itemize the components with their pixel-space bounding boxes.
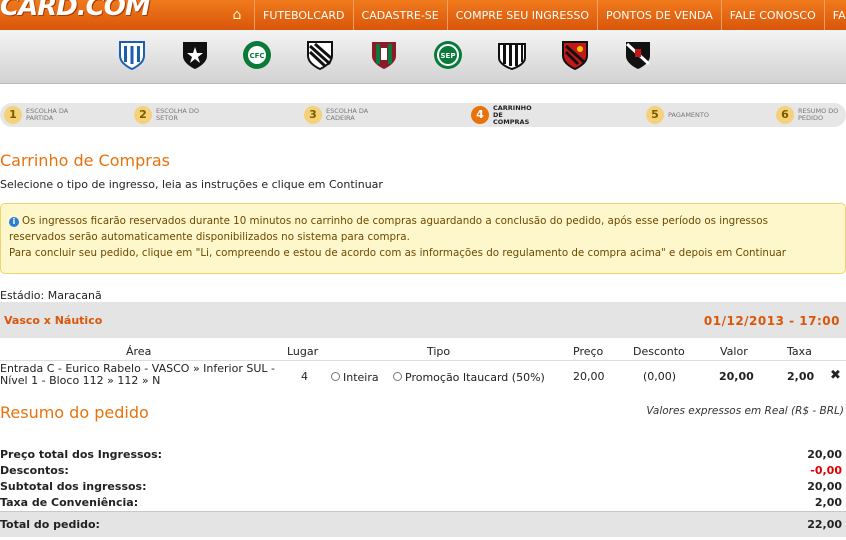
checkout-steps: 1 ESCOLHA DA PARTIDA 2 ESCOLHA DO SETOR … (0, 103, 846, 127)
reservation-notice: i Os ingressos ficarão reservados durante… (0, 203, 846, 274)
radio-promocao-label: Promoção Itaucard (50%) (405, 371, 545, 384)
ticket-area-line-2: Nível 1 - Bloco 112 » 112 » N (0, 374, 161, 387)
sport-crest-icon[interactable] (558, 38, 592, 72)
ticket-seat: 4 (301, 370, 308, 383)
nav-pontos-de-venda[interactable]: PONTOS DE VENDA (596, 0, 721, 30)
ticket-value: 20,00 (719, 370, 754, 383)
vasco-crest-icon[interactable] (621, 38, 655, 72)
step-label: PAGAMENTO (668, 110, 709, 119)
step-number: 4 (471, 106, 489, 124)
summary-label: Descontos: (0, 464, 69, 477)
nav-fale-conosco[interactable]: FALE CONOSCO (720, 0, 824, 30)
header-preco: Preço (573, 345, 604, 358)
ticket-area: Entrada C - Eurico Rabelo - VASCO » Infe… (0, 363, 275, 387)
page-title: Carrinho de Compras (0, 151, 170, 170)
step-number: 5 (646, 106, 664, 124)
info-icon: i (9, 217, 19, 227)
santos-crest-icon[interactable] (495, 38, 529, 72)
step-3: 3 ESCOLHA DA CADEIRA (304, 106, 372, 124)
summary-row-total-ingressos: Preço total dos Ingressos: 20,00 (0, 448, 846, 463)
tickets-table-header: Área Lugar Tipo Preço Desconto Valor Tax… (0, 345, 846, 361)
notice-line-1: Os ingressos ficarão reservados durante … (22, 215, 768, 227)
radio-promocao[interactable]: Promoção Itaucard (50%) (393, 371, 545, 384)
summary-row-descontos: Descontos: -0,00 (0, 464, 846, 479)
fluminense-crest-icon[interactable] (367, 38, 401, 72)
nav-cadastre-se[interactable]: CADASTRE-SE (352, 0, 447, 30)
step-label: RESUMO DO PEDIDO (798, 107, 839, 122)
header-taxa: Taxa (787, 345, 812, 358)
step-label: CARRINHO DE COMPRAS (493, 103, 532, 126)
palmeiras-crest-icon[interactable]: SEP (431, 38, 465, 72)
header-valor: Valor (720, 345, 748, 358)
notice-line-3: Para concluir seu pedido, clique em "Li,… (9, 247, 787, 259)
svg-text:SEP: SEP (441, 52, 456, 60)
summary-value: 20,00 (807, 448, 842, 461)
logo[interactable]: CARD.COM (0, 0, 151, 22)
step-number: 6 (776, 106, 794, 124)
coritiba-crest-icon[interactable]: CFC (240, 38, 274, 72)
ticket-price: 20,00 (573, 370, 605, 383)
figueirense-crest-icon[interactable] (303, 38, 337, 72)
nav-faq[interactable]: FAQ (823, 0, 846, 30)
step-1: 1 ESCOLHA DA PARTIDA (4, 106, 72, 124)
radio-inteira-circle[interactable] (331, 372, 340, 381)
step-label: ESCOLHA DA CADEIRA (326, 107, 369, 122)
radio-promocao-circle[interactable] (393, 372, 402, 381)
top-navbar: CARD.COM ⌂ FUTEBOLCARD CADASTRE-SE COMPR… (0, 0, 846, 30)
main-nav: ⌂ FUTEBOLCARD CADASTRE-SE COMPRE SEU ING… (220, 0, 846, 30)
step-4-active: 4 CARRINHO DE COMPRAS (471, 103, 539, 126)
step-number: 3 (304, 106, 322, 124)
avai-crest-icon[interactable] (115, 38, 149, 72)
order-total-value: 22,00 (807, 518, 842, 531)
step-number: 1 (4, 106, 22, 124)
summary-value: 20,00 (807, 480, 842, 493)
svg-text:CFC: CFC (249, 52, 264, 60)
summary-title: Resumo do pedido (0, 403, 149, 422)
step-5: 5 PAGAMENTO (646, 106, 728, 124)
summary-row-taxa: Taxa de Conveniência: 2,00 (0, 496, 846, 511)
match-date: 01/12/2013 - 17:00 (703, 314, 840, 328)
ticket-fee: 2,00 (787, 370, 815, 383)
summary-label: Preço total dos Ingressos: (0, 448, 163, 461)
radio-inteira-label: Inteira (343, 371, 379, 384)
summary-label: Taxa de Conveniência: (0, 496, 139, 509)
ticket-discount: (0,00) (643, 370, 677, 383)
step-label: ESCOLHA DO SETOR (156, 107, 200, 122)
stadium-label: Estádio: Maracanã (0, 289, 102, 302)
order-total-label: Total do pedido: (0, 518, 100, 531)
table-row: Entrada C - Eurico Rabelo - VASCO » Infe… (0, 362, 846, 390)
summary-value: 2,00 (814, 496, 842, 509)
summary-value: -0,00 (810, 464, 842, 477)
summary-label: Subtotal dos ingressos: (0, 480, 147, 493)
home-icon[interactable]: ⌂ (220, 0, 254, 30)
step-6: 6 RESUMO DO PEDIDO (776, 106, 846, 124)
radio-inteira[interactable]: Inteira (331, 371, 379, 384)
step-2: 2 ESCOLHA DO SETOR (134, 106, 202, 124)
header-area: Área (126, 345, 152, 358)
botafogo-crest-icon[interactable] (178, 38, 212, 72)
nav-compre-seu-ingresso[interactable]: COMPRE SEU INGRESSO (446, 0, 597, 30)
match-name: Vasco x Náutico (4, 314, 103, 327)
match-bar: Vasco x Náutico 01/12/2013 - 17:00 (0, 302, 846, 338)
order-total-row: Total do pedido: 22,00 (0, 511, 846, 537)
step-label: ESCOLHA DA PARTIDA (26, 107, 69, 122)
close-icon[interactable]: ✖ (830, 368, 841, 383)
currency-note: Valores expressos em Real (R$ - BRL) (646, 405, 844, 417)
header-lugar: Lugar (287, 345, 319, 358)
notice-line-2: reservados serão automaticamente disponi… (9, 231, 410, 243)
summary-row-subtotal: Subtotal dos ingressos: 20,00 (0, 480, 846, 495)
instructions-text: Selecione o tipo de ingresso, leia as in… (0, 178, 383, 191)
header-desconto: Desconto (633, 345, 685, 358)
header-tipo: Tipo (427, 345, 451, 358)
team-strip: CFC SEP (0, 30, 846, 84)
step-number: 2 (134, 106, 152, 124)
nav-futebolcard[interactable]: FUTEBOLCARD (254, 0, 353, 30)
